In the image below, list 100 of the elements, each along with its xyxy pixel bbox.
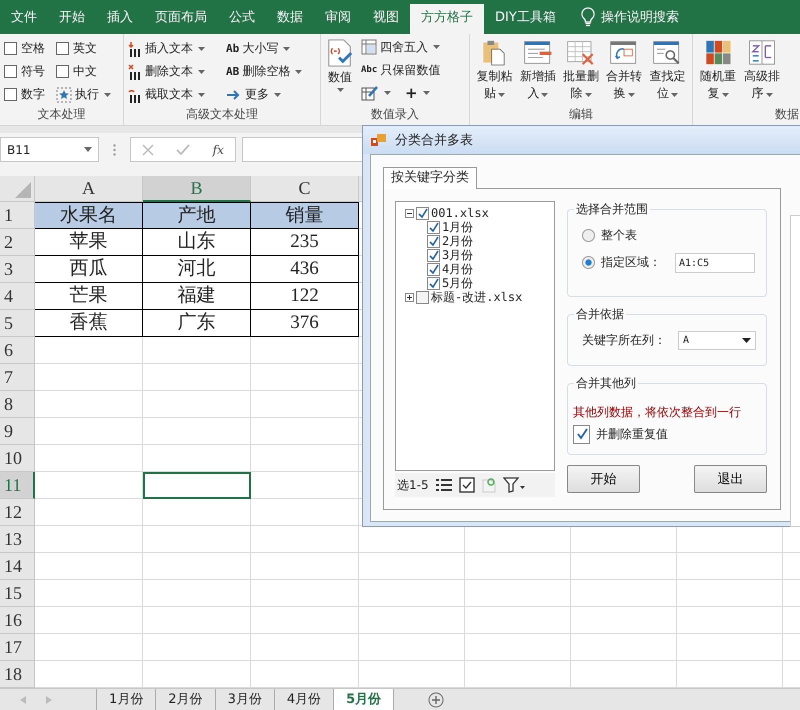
ribbon-large-button[interactable]: 合并转换 [604, 37, 645, 106]
column-dropdown[interactable]: A [678, 331, 756, 350]
table-cell[interactable] [35, 634, 143, 661]
checkbox[interactable] [427, 220, 440, 234]
insert-function-button[interactable]: fx [212, 142, 224, 156]
column-header[interactable]: C [251, 176, 359, 202]
table-cell[interactable] [251, 445, 359, 472]
table-cell[interactable] [571, 553, 677, 580]
table-cell[interactable] [143, 337, 251, 364]
table-cell[interactable] [251, 418, 359, 445]
row-header[interactable]: 13 [0, 526, 35, 553]
table-cell[interactable] [35, 499, 143, 526]
table-cell[interactable] [143, 553, 251, 580]
row-header[interactable]: 11 [0, 472, 35, 499]
table-cell[interactable] [143, 445, 251, 472]
menu-tab[interactable]: 审阅 [314, 4, 362, 34]
checkbox[interactable] [4, 42, 17, 55]
row-header[interactable]: 4 [0, 283, 35, 310]
row-header[interactable]: 14 [0, 553, 35, 580]
table-cell[interactable] [35, 607, 143, 634]
table-cell[interactable] [251, 472, 359, 499]
row-header[interactable]: 8 [0, 391, 35, 418]
table-cell[interactable] [35, 418, 143, 445]
column-header[interactable]: B [143, 176, 251, 202]
checkbox[interactable] [427, 276, 440, 290]
tree-item[interactable]: 5月份 [442, 274, 474, 292]
filter-icon[interactable] [502, 477, 525, 493]
sheet-tab[interactable]: 2月份 [155, 689, 215, 710]
table-cell[interactable] [677, 580, 783, 607]
table-cell[interactable] [251, 364, 359, 391]
dialog-button[interactable]: 开始 [567, 465, 640, 493]
menu-tab[interactable]: 方方格子 [410, 4, 484, 34]
tree-item[interactable]: 3月份 [442, 246, 474, 264]
menu-tab[interactable]: 视图 [362, 4, 410, 34]
table-cell[interactable] [35, 472, 143, 499]
select-all-icon[interactable] [15, 182, 31, 198]
checkbox[interactable] [56, 65, 69, 78]
dialog-tab[interactable]: 按关键字分类 [383, 167, 477, 189]
sheet-tab[interactable]: 3月份 [214, 689, 274, 710]
range-input[interactable]: A1:C5 [675, 252, 755, 272]
ribbon-command[interactable]: Ab 大小写 [226, 38, 318, 58]
table-cell[interactable] [35, 445, 143, 472]
table-cell[interactable] [143, 580, 251, 607]
menu-tab[interactable]: 公式 [218, 4, 266, 34]
select-range-button[interactable]: 选1-5 [397, 476, 429, 494]
table-cell[interactable] [465, 634, 571, 661]
menu-tab[interactable]: 文件 [0, 4, 48, 34]
ribbon-command[interactable]: 截取文本 [128, 84, 226, 104]
checkbox[interactable] [56, 42, 69, 55]
row-header[interactable]: 6 [0, 337, 35, 364]
table-cell[interactable] [143, 634, 251, 661]
table-cell[interactable] [465, 607, 571, 634]
row-header[interactable]: 7 [0, 364, 35, 391]
row-header[interactable]: 17 [0, 634, 35, 661]
row-header[interactable]: 10 [0, 445, 35, 472]
table-cell[interactable] [251, 607, 359, 634]
table-cell[interactable] [35, 337, 143, 364]
table-cell[interactable] [35, 364, 143, 391]
menu-tab[interactable]: 开始 [48, 4, 96, 34]
checkbox[interactable] [416, 290, 429, 304]
refresh-icon[interactable] [482, 477, 496, 493]
table-cell[interactable] [143, 364, 251, 391]
row-header[interactable]: 16 [0, 607, 35, 634]
table-cell[interactable] [35, 526, 143, 553]
checkbox[interactable] [427, 234, 440, 248]
name-box[interactable]: B11 [0, 137, 99, 162]
row-header[interactable]: 3 [0, 256, 35, 283]
checkbox[interactable] [427, 248, 440, 262]
expander-icon[interactable] [405, 208, 414, 218]
ribbon-command[interactable]: AB 删除空格 [226, 62, 318, 82]
ribbon-large-button[interactable]: 查找定位 [646, 37, 688, 106]
dialog-button[interactable]: 退出 [694, 465, 767, 493]
table-cell[interactable] [35, 580, 143, 607]
menu-tab[interactable]: DIY工具箱 [484, 4, 567, 34]
checkbox[interactable] [416, 206, 429, 220]
scroll-right-icon[interactable] [46, 696, 52, 704]
cancel-icon[interactable] [142, 144, 154, 156]
table-cell[interactable] [251, 337, 359, 364]
tree-item[interactable]: 4月份 [442, 260, 474, 278]
table-cell[interactable] [143, 391, 251, 418]
list-icon[interactable] [436, 478, 452, 492]
row-header[interactable]: 1 [0, 202, 35, 229]
ribbon-large-button[interactable]: 新增插入 [517, 37, 558, 106]
table-cell[interactable] [251, 634, 359, 661]
table-cell[interactable] [465, 580, 571, 607]
table-cell[interactable] [359, 553, 465, 580]
table-cell[interactable] [677, 553, 783, 580]
checkbox[interactable] [427, 262, 440, 276]
check-icon[interactable] [176, 144, 190, 156]
ribbon-large-button[interactable]: 复制粘贴 [474, 37, 516, 106]
menu-tab[interactable]: 插入 [96, 4, 144, 34]
table-cell[interactable] [143, 526, 251, 553]
tree-item[interactable]: 标题-改进.xlsx [431, 288, 522, 306]
table-cell[interactable] [571, 634, 677, 661]
row-header[interactable]: 2 [0, 229, 35, 256]
radio-button[interactable] [582, 229, 595, 242]
ribbon-command[interactable]: Abc 只保留数值 [361, 60, 461, 80]
table-cell[interactable] [359, 580, 465, 607]
table-cell[interactable] [359, 634, 465, 661]
ribbon-command[interactable]: 删除文本 [128, 62, 226, 82]
